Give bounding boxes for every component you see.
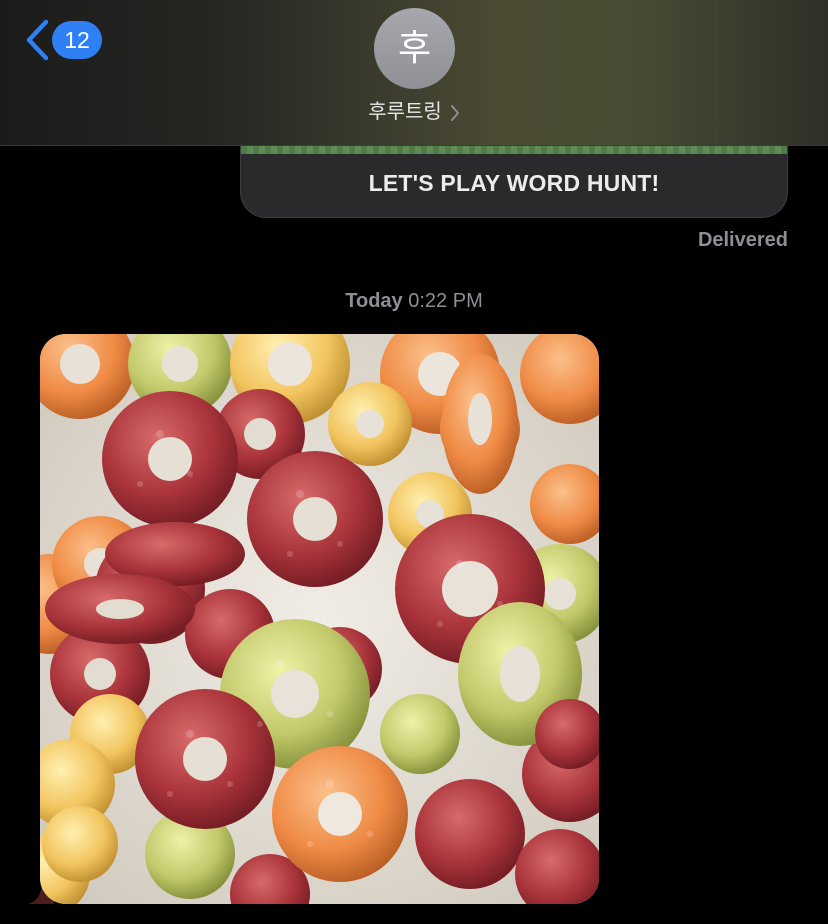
conversation-header: 12 후 후루트링 bbox=[0, 0, 828, 146]
contact-details-link[interactable]: 후루트링 bbox=[0, 96, 828, 126]
timestamp-time: 0:22 PM bbox=[408, 290, 483, 312]
messages-conversation-screen: 12 후 후루트링 LET'S PLAY WORD HUNT! Delivere… bbox=[0, 0, 828, 924]
message-timestamp: Today 0:22 PM bbox=[0, 290, 828, 313]
contact-name: 후루트링 bbox=[368, 99, 442, 123]
received-photo-message[interactable] bbox=[40, 334, 599, 904]
chevron-right-icon bbox=[450, 104, 459, 121]
game-invite-title: LET'S PLAY WORD HUNT! bbox=[368, 170, 660, 196]
chevron-left-icon bbox=[26, 19, 49, 61]
delivery-status: Delivered bbox=[697, 229, 788, 251]
unread-count-badge: 12 bbox=[52, 21, 102, 59]
back-button[interactable]: 12 bbox=[22, 18, 102, 62]
game-preview-strip bbox=[241, 146, 787, 154]
cereal-photo bbox=[40, 334, 599, 904]
game-invite-message[interactable]: LET'S PLAY WORD HUNT! bbox=[240, 146, 788, 218]
timestamp-day: Today bbox=[345, 290, 403, 312]
contact-avatar[interactable]: 후 bbox=[374, 8, 455, 89]
